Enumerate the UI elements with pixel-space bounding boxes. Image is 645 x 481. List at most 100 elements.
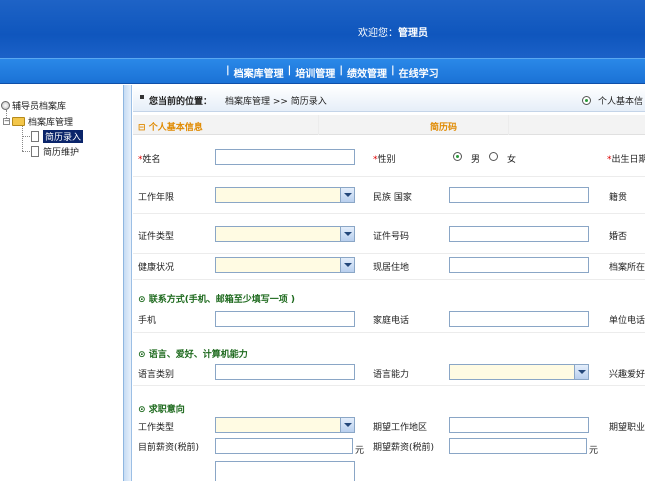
section-contact-header: ⊙ 联系方式(手机、邮箱至少填写一项 ): [133, 280, 645, 308]
label-mobile: 手机: [138, 316, 157, 326]
tree-item-resume-maintain[interactable]: 简历维护: [31, 145, 79, 158]
tree-line: [22, 126, 23, 151]
nav-separator: |: [390, 65, 395, 76]
radio-basic-info-label: 个人基本信: [598, 97, 644, 107]
label-health: 健康状况: [138, 263, 175, 273]
label-hobby: 兴趣爱好: [609, 370, 645, 380]
name-input[interactable]: [215, 149, 355, 165]
label-female: 女: [507, 155, 517, 165]
chevron-down-icon[interactable]: [340, 258, 354, 272]
nav-separator: |: [339, 65, 343, 76]
id-type-select[interactable]: [215, 226, 355, 242]
chevron-down-icon[interactable]: [340, 188, 354, 202]
residence-input[interactable]: [449, 257, 589, 273]
unit-yuan: 元: [589, 446, 599, 456]
nav-item-archive[interactable]: 档案库管理: [234, 65, 284, 80]
nav-item-training[interactable]: 培训管理: [295, 65, 335, 80]
section-job-header: ⊙ 求职意向: [133, 386, 645, 415]
tree-root[interactable]: 辅导员档案库: [1, 99, 66, 112]
welcome-user: 管理员: [398, 28, 428, 39]
form-row: 手机 家庭电话 单位电话: [133, 308, 645, 333]
chevron-down-icon[interactable]: [340, 418, 354, 432]
tree-line: [22, 151, 30, 152]
label-archive-place: 档案所在: [609, 263, 645, 273]
collapse-icon[interactable]: −: [3, 118, 10, 125]
chevron-down-icon[interactable]: [340, 227, 354, 241]
nav-separator: |: [287, 65, 292, 76]
label-lang-type: 语言类别: [138, 370, 175, 380]
exp-salary-input[interactable]: [449, 438, 587, 454]
tree-folder-label: 档案库管理: [28, 118, 74, 128]
radio-male[interactable]: [453, 152, 462, 161]
label-lang-ability: 语言能力: [373, 370, 410, 380]
label-id-number: 证件号码: [373, 232, 410, 242]
bullet-icon: [140, 95, 144, 99]
top-banner: 欢迎您：管理员: [0, 0, 645, 58]
form-row: 健康状况 现居住地 档案所在: [133, 254, 645, 280]
label-cur-salary: 目前薪资(税前): [138, 443, 200, 453]
pane-splitter[interactable]: [124, 85, 132, 481]
chevron-down-icon[interactable]: [574, 365, 588, 379]
label-male: 男: [471, 155, 481, 165]
radio-basic-info[interactable]: 个人基本信: [582, 94, 643, 107]
notes-textarea[interactable]: [215, 461, 355, 481]
tree-root-label: 辅导员档案库: [12, 102, 67, 112]
label-name: *姓名: [138, 155, 161, 165]
label-work-area: 期望工作地区: [373, 423, 428, 433]
breadcrumb-path: 档案库管理 >> 简历录入: [225, 97, 327, 107]
breadcrumb-label: 您当前的位置：: [149, 97, 213, 107]
label-exp-salary: 期望薪资(税前): [373, 443, 435, 453]
tree-item-label: 简历维护: [43, 148, 80, 158]
cur-salary-input[interactable]: [215, 438, 353, 454]
tree-line: [22, 136, 30, 137]
section-language-title: ⊙ 语言、爱好、计算机能力: [138, 350, 248, 360]
folder-open-icon: [12, 117, 25, 126]
label-nation: 民族 国家: [373, 193, 412, 203]
label-job-type: 工作类型: [138, 423, 175, 433]
form-row: 工作类型 期望工作地区 期望职业: [133, 414, 645, 435]
document-icon: [31, 131, 39, 142]
work-area-input[interactable]: [449, 417, 589, 433]
health-select[interactable]: [215, 257, 355, 273]
main-nav: | 档案库管理 | 培训管理 | 绩效管理 | 在线学习: [0, 58, 645, 84]
breadcrumb: 您当前的位置： 档案库管理 >> 简历录入 个人基本信: [133, 86, 645, 112]
globe-icon: [1, 101, 10, 110]
section-basic-header: ⊟ 个人基本信息 简历码: [133, 115, 645, 135]
label-home-phone: 家庭电话: [373, 316, 410, 326]
form-row: 工作年限 民族 国家 籍贯: [133, 177, 645, 214]
label-residence: 现居住地: [373, 263, 410, 273]
form-row: 目前薪资(税前) 元 期望薪资(税前) 元: [133, 435, 645, 457]
lang-type-input[interactable]: [215, 364, 355, 380]
tree-item-resume-entry[interactable]: 简历录入: [31, 130, 84, 143]
unit-yuan: 元: [355, 446, 365, 456]
radio-female[interactable]: [489, 152, 498, 161]
radio-on-icon[interactable]: [582, 96, 591, 105]
label-work-phone: 单位电话: [609, 316, 645, 326]
job-type-select[interactable]: [215, 417, 355, 433]
form-row: 语言类别 语言能力 兴趣爱好: [133, 361, 645, 386]
divider: [508, 115, 509, 135]
nav-item-performance[interactable]: 绩效管理: [347, 65, 387, 80]
form-row: 证件类型 证件号码 婚否: [133, 214, 645, 254]
label-married: 婚否: [609, 232, 628, 242]
label-birth: *出生日期: [607, 155, 645, 165]
lang-ability-select[interactable]: [449, 364, 589, 380]
mobile-input[interactable]: [215, 311, 355, 327]
id-number-input[interactable]: [449, 226, 589, 242]
form-row: *姓名 *性别 男 女 *出生日期: [133, 135, 645, 177]
nav-separator: |: [226, 65, 230, 76]
section-language-header: ⊙ 语言、爱好、计算机能力: [133, 333, 645, 361]
label-native: 籍贯: [609, 193, 628, 203]
welcome-label: 欢迎您：: [358, 28, 398, 39]
nation-input[interactable]: [449, 187, 589, 203]
label-job-title: 期望职业: [609, 423, 645, 433]
tree-folder[interactable]: − 档案库管理: [3, 115, 73, 128]
tree-item-label: 简历录入: [43, 130, 84, 143]
label-gender: *性别: [373, 155, 396, 165]
document-icon: [31, 146, 39, 157]
work-years-select[interactable]: [215, 187, 355, 203]
nav-item-learning[interactable]: 在线学习: [399, 65, 439, 80]
divider: [318, 115, 319, 135]
section-basic-title[interactable]: ⊟ 个人基本信息: [138, 120, 203, 133]
home-phone-input[interactable]: [449, 311, 589, 327]
